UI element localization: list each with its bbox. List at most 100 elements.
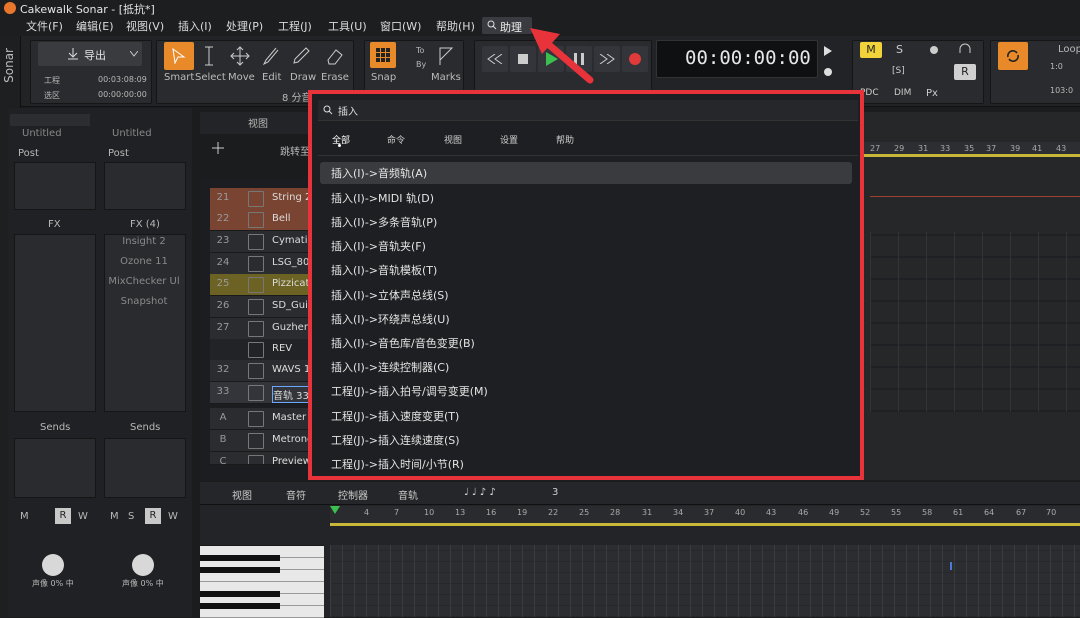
snap-button[interactable] (370, 42, 396, 68)
pr-controller-menu[interactable]: 控制器 (338, 487, 368, 502)
tab-settings[interactable]: 设置 (500, 133, 518, 146)
loop-end[interactable]: 103:0 (1050, 86, 1073, 95)
solo-all-button[interactable]: S (896, 43, 903, 56)
track-row[interactable]: 21 String 2 (210, 188, 310, 210)
post-label-1[interactable]: Post (18, 148, 39, 159)
jump-label[interactable]: 跳转至 (280, 143, 310, 158)
arm-icon[interactable] (930, 46, 938, 54)
project-radio[interactable]: 工程 (44, 75, 60, 86)
piano-black-key[interactable] (200, 591, 280, 597)
move-icon[interactable] (230, 46, 250, 66)
pencil-icon[interactable] (292, 46, 310, 66)
read-button-1[interactable]: R (55, 508, 71, 524)
marks-flag-icon[interactable] (438, 46, 454, 66)
select-icon[interactable] (202, 46, 216, 66)
smart-tool-button[interactable] (164, 42, 194, 70)
read-all-button[interactable]: R (954, 64, 976, 80)
note-grid[interactable] (330, 545, 1080, 617)
fx-plugin[interactable]: Ozone 11 (106, 256, 182, 272)
fx-plugin[interactable]: Snapshot (106, 296, 182, 312)
result-item[interactable]: 插入(I)->立体声总线(S) (320, 284, 852, 306)
pr-notes-menu[interactable]: 音符 (286, 487, 306, 502)
play-small-icon[interactable] (824, 46, 832, 56)
track-row[interactable]: 24LSG_808 (210, 253, 310, 275)
menu-help[interactable]: 帮助(H) (436, 18, 475, 34)
menu-process[interactable]: 处理(P) (226, 18, 263, 34)
loop-start[interactable]: 1:0 (1050, 62, 1063, 71)
post-label-2[interactable]: Post (108, 148, 129, 159)
menu-view[interactable]: 视图(V) (126, 18, 164, 34)
piano-black-key[interactable] (200, 567, 280, 573)
dim-button[interactable]: DIM (894, 88, 911, 98)
bus-row[interactable]: A Master (210, 408, 310, 430)
result-item[interactable]: 插入(I)->多条音轨(P) (320, 211, 852, 233)
track-view-menu[interactable]: 视图 (248, 115, 268, 130)
track-row[interactable]: 26SD_Guitar (210, 296, 310, 318)
folder-row[interactable]: REV (210, 339, 310, 361)
result-item[interactable]: 插入(I)->音频轨(A) (320, 162, 852, 184)
mute-button-2[interactable]: M (110, 511, 119, 522)
write-button-2[interactable]: W (168, 511, 178, 522)
clips-pane[interactable] (856, 112, 1080, 480)
headphones-icon[interactable] (958, 43, 972, 55)
command-search-input[interactable]: 插入 (318, 100, 858, 121)
result-item[interactable]: 工程(J)->插入时间/小节(R) (320, 453, 852, 471)
menu-file[interactable]: 文件(F) (26, 18, 63, 34)
solo-button-2[interactable]: S (128, 511, 134, 522)
time-display[interactable]: 00:00:00:00 (656, 40, 818, 78)
track-row[interactable]: 22 Bell (210, 209, 310, 231)
fx-bin-1[interactable] (14, 234, 96, 412)
wrench-icon[interactable] (262, 46, 280, 66)
tab-views[interactable]: 视图 (444, 133, 462, 146)
eraser-icon[interactable] (324, 46, 344, 66)
add-track-icon[interactable] (212, 142, 224, 154)
note-duration-icons[interactable]: ♩ ♩ ♪ ♪ (464, 487, 496, 498)
result-item[interactable]: 工程(J)->插入拍号/调号变更(M) (320, 380, 852, 402)
result-item[interactable]: 插入(I)->环绕声总线(U) (320, 308, 852, 330)
rewind-button[interactable] (482, 46, 508, 72)
result-item[interactable]: 插入(I)->MIDI 轨(D) (320, 187, 852, 209)
selection-radio[interactable]: 选区 (44, 90, 60, 101)
track-row[interactable]: 27Guzheng (210, 318, 310, 340)
pan-knob-2[interactable] (132, 554, 154, 576)
pr-track-menu[interactable]: 音轨 (398, 487, 418, 502)
track-row[interactable]: 23Cymatic (210, 231, 310, 253)
track-row[interactable]: 25Pizzicato (210, 274, 310, 296)
pr-dot-value[interactable]: 3 (552, 487, 558, 498)
result-item[interactable]: 工程(J)->插入速度变更(T) (320, 405, 852, 427)
result-item[interactable]: 插入(I)->连续控制器(C) (320, 356, 852, 378)
track-row[interactable]: 32 WAVS 1 (210, 360, 310, 382)
result-item[interactable]: 工程(J)->插入连续速度(S) (320, 429, 852, 451)
tab-commands[interactable]: 命令 (387, 133, 405, 146)
pr-view-menu[interactable]: 视图 (232, 487, 252, 502)
loop-toggle-button[interactable] (998, 42, 1028, 70)
result-item[interactable]: 插入(I)->音轨夹(F) (320, 235, 852, 257)
piano-black-key[interactable] (200, 603, 280, 609)
menu-insert[interactable]: 插入(I) (178, 18, 212, 34)
midi-note[interactable] (950, 562, 952, 570)
result-item[interactable]: 插入(I)->音轨模板(T) (320, 259, 852, 281)
fx-plugin[interactable]: Insight 2 (106, 236, 182, 252)
sends-bin-2[interactable] (104, 438, 186, 498)
track-row-selected[interactable]: 33 音轨 33 (210, 382, 310, 404)
result-item[interactable]: 插入(I)->音色库/音色变更(B) (320, 332, 852, 354)
menu-tools[interactable]: 工具(U) (328, 18, 367, 34)
record-small-icon[interactable] (824, 68, 832, 76)
pan-knob-1[interactable] (42, 554, 64, 576)
bus-row[interactable]: BMetronome (210, 430, 310, 452)
write-button-1[interactable]: W (78, 511, 88, 522)
menu-edit[interactable]: 编辑(E) (76, 18, 114, 34)
read-button-2[interactable]: R (145, 508, 161, 524)
tab-all[interactable]: 全部 (332, 133, 350, 146)
fx-plugin[interactable]: MixChecker Ul (106, 276, 182, 292)
px-button[interactable]: Px (926, 88, 938, 99)
record-button[interactable] (622, 46, 648, 72)
piano-black-key[interactable] (200, 555, 280, 561)
menu-project[interactable]: 工程(J) (278, 18, 312, 34)
bus-row[interactable]: C Preview (210, 452, 310, 465)
menu-window[interactable]: 窗口(W) (380, 18, 421, 34)
sends-bin-1[interactable] (14, 438, 96, 498)
mute-button-1[interactable]: M (20, 511, 29, 522)
playhead-marker-icon[interactable] (330, 506, 340, 516)
mute-all-button[interactable]: M (860, 42, 882, 58)
